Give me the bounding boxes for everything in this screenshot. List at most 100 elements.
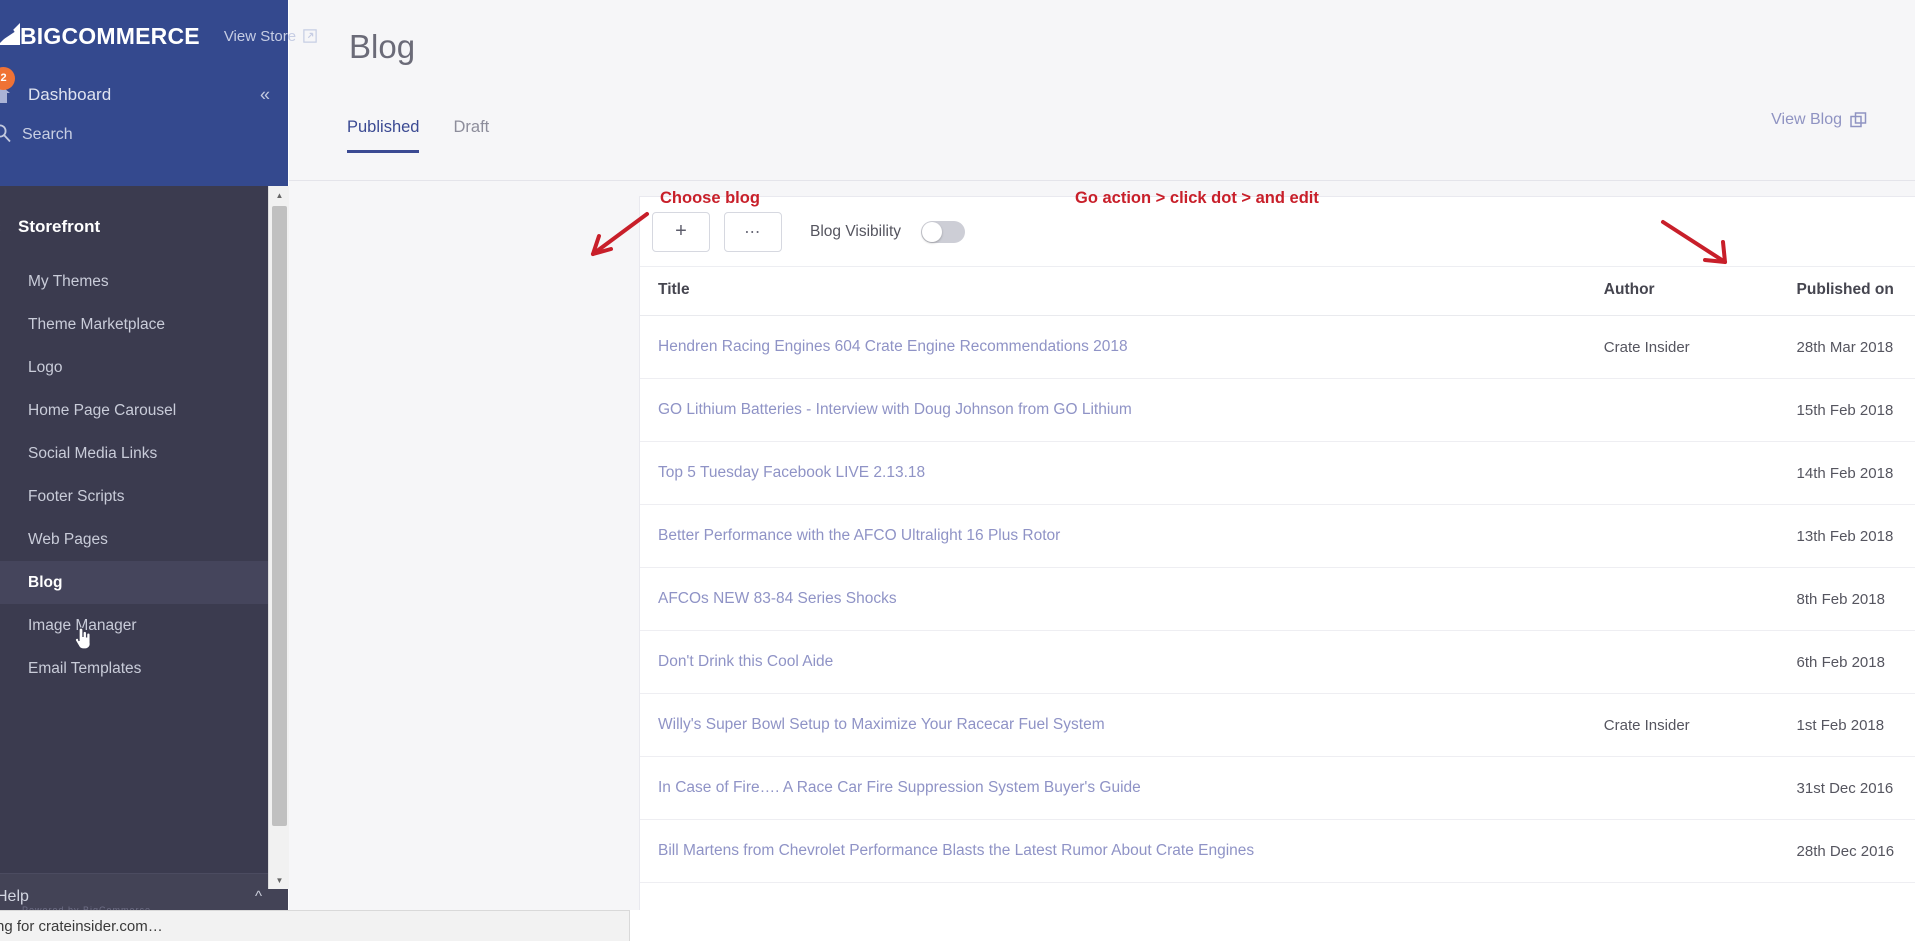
sidebar-item-blog[interactable]: Blog xyxy=(0,561,288,604)
sidebar-item-image-manager[interactable]: Image Manager xyxy=(0,604,288,647)
post-author-cell xyxy=(1603,630,1797,694)
blog-posts-card: + ⋯ Blog Visibility Title Author Publish… xyxy=(639,196,1915,941)
sidebar-scrollbar[interactable]: ▲ ▼ xyxy=(268,186,289,889)
sidebar-item-my-themes[interactable]: My Themes xyxy=(0,260,288,303)
post-title-link[interactable]: Hendren Racing Engines 604 Crate Engine … xyxy=(658,338,1128,355)
tabs-divider xyxy=(289,180,1915,181)
column-header-author[interactable]: Author xyxy=(1603,267,1797,316)
post-title-link[interactable]: Top 5 Tuesday Facebook LIVE 2.13.18 xyxy=(658,464,925,481)
sidebar-item-theme-marketplace[interactable]: Theme Marketplace xyxy=(0,303,288,346)
view-store-link[interactable]: View Store xyxy=(224,28,317,45)
sidebar-item-label: Home Page Carousel xyxy=(28,401,177,419)
annotation-choose-blog: Choose blog xyxy=(660,189,760,207)
view-blog-label: View Blog xyxy=(1771,111,1842,128)
table-row: Better Performance with the AFCO Ultrali… xyxy=(640,504,1915,568)
post-date-cell: 15th Feb 2018 xyxy=(1796,378,1915,442)
table-row: In Case of Fire…. A Race Car Fire Suppre… xyxy=(640,756,1915,820)
section-title: Storefront xyxy=(18,217,101,236)
post-date-cell: 31st Dec 2016 xyxy=(1796,756,1915,820)
table-header-row: Title Author Published on Action xyxy=(640,267,1915,316)
app-root: BIGCOMMERCE View Store 2 Dashboard « Sea… xyxy=(0,0,1915,941)
storefront-section-header[interactable]: ‹ Storefront xyxy=(0,212,288,242)
post-author-cell xyxy=(1603,441,1797,505)
column-header-published-on[interactable]: Published on xyxy=(1796,267,1915,316)
post-author-cell xyxy=(1603,756,1797,820)
post-title-cell: Willy's Super Bowl Setup to Maximize You… xyxy=(640,693,1604,757)
post-title-link[interactable]: Bill Martens from Chevrolet Performance … xyxy=(658,842,1254,859)
tab-published[interactable]: Published xyxy=(347,118,420,153)
tab-draft[interactable]: Draft xyxy=(453,118,489,153)
sidebar-item-label: Social Media Links xyxy=(28,444,158,462)
post-title-link[interactable]: Better Performance with the AFCO Ultrali… xyxy=(658,527,1060,544)
post-author-cell xyxy=(1603,504,1797,568)
sidebar-item-dashboard[interactable]: 2 Dashboard « xyxy=(0,66,288,112)
sidebar-search[interactable]: Search xyxy=(0,120,288,150)
blog-tabs: Published Draft xyxy=(347,118,489,153)
external-link-icon xyxy=(303,29,317,43)
post-title-link[interactable]: Willy's Super Bowl Setup to Maximize You… xyxy=(658,716,1105,733)
post-date-cell: 6th Feb 2018 xyxy=(1796,630,1915,694)
chevron-up-icon[interactable]: ^ xyxy=(255,888,262,905)
home-icon: 2 xyxy=(0,66,20,110)
sidebar-item-label: Image Manager xyxy=(28,616,137,634)
page-bottom-fill xyxy=(630,910,1915,941)
sidebar-item-footer-scripts[interactable]: Footer Scripts xyxy=(0,475,288,518)
post-author-cell: Crate Insider xyxy=(1603,315,1797,379)
post-title-cell: GO Lithium Batteries - Interview with Do… xyxy=(640,378,1604,442)
post-title-cell: Don't Drink this Cool Aide xyxy=(640,630,1604,694)
brand-name: BIGCOMMERCE xyxy=(20,22,200,49)
post-title-link[interactable]: In Case of Fire…. A Race Car Fire Suppre… xyxy=(658,779,1141,796)
primary-nav-header: BIGCOMMERCE View Store 2 Dashboard « Sea… xyxy=(0,0,317,186)
post-date-cell: 28th Mar 2018 xyxy=(1796,315,1915,379)
blog-visibility-toggle[interactable] xyxy=(921,220,966,243)
help-label: Help xyxy=(0,887,29,905)
storefront-nav-panel: ‹ Storefront My Themes Theme Marketplace… xyxy=(0,186,288,941)
view-store-label: View Store xyxy=(223,27,297,45)
post-title-cell: In Case of Fire…. A Race Car Fire Suppre… xyxy=(640,756,1604,820)
browser-status-bar: ng for crateinsider.com… xyxy=(0,910,630,941)
post-author-cell xyxy=(1603,819,1797,883)
sidebar-item-social-media-links[interactable]: Social Media Links xyxy=(0,432,288,475)
post-title-link[interactable]: AFCOs NEW 83-84 Series Shocks xyxy=(658,590,897,607)
blog-posts-table: Title Author Published on Action Hendren… xyxy=(640,267,1915,883)
post-date-cell: 14th Feb 2018 xyxy=(1796,441,1915,505)
table-row: AFCOs NEW 83-84 Series Shocks 8th Feb 20… xyxy=(640,567,1915,631)
sidebar-item-label: My Themes xyxy=(28,272,109,290)
post-title-link[interactable]: Don't Drink this Cool Aide xyxy=(658,653,833,670)
main-content: Blog View Blog Published Draft + ⋯ Blog xyxy=(289,0,1915,941)
toggle-knob xyxy=(922,221,943,242)
sidebar-item-email-templates[interactable]: Email Templates xyxy=(0,647,288,690)
post-title-cell: AFCOs NEW 83-84 Series Shocks xyxy=(640,567,1604,631)
view-blog-link[interactable]: View Blog xyxy=(1771,111,1867,129)
add-blog-post-button[interactable]: + xyxy=(652,211,710,252)
bigcommerce-logo-icon xyxy=(0,21,22,51)
table-row: Top 5 Tuesday Facebook LIVE 2.13.18 14th… xyxy=(640,441,1915,505)
post-date-cell: 28th Dec 2016 xyxy=(1796,819,1915,883)
triangle-up-icon[interactable]: ▲ xyxy=(269,186,290,204)
sidebar-item-label: Theme Marketplace xyxy=(28,315,165,333)
sidebar-item-label: Footer Scripts xyxy=(28,487,125,505)
search-label: Search xyxy=(22,126,73,143)
table-row: Bill Martens from Chevrolet Performance … xyxy=(640,819,1915,883)
column-header-title[interactable]: Title xyxy=(640,267,1604,316)
double-chevron-left-icon[interactable]: « xyxy=(260,85,270,106)
brand-row[interactable]: BIGCOMMERCE View Store xyxy=(0,16,317,56)
post-title-cell: Top 5 Tuesday Facebook LIVE 2.13.18 xyxy=(640,441,1604,505)
dashboard-label: Dashboard xyxy=(28,85,112,104)
post-title-cell: Hendren Racing Engines 604 Crate Engine … xyxy=(640,315,1604,379)
more-actions-button[interactable]: ⋯ xyxy=(724,211,782,252)
table-row: Hendren Racing Engines 604 Crate Engine … xyxy=(640,315,1915,379)
search-icon xyxy=(0,123,14,148)
scrollbar-thumb[interactable] xyxy=(272,206,287,826)
triangle-down-icon[interactable]: ▼ xyxy=(269,871,290,889)
post-title-link[interactable]: GO Lithium Batteries - Interview with Do… xyxy=(658,401,1132,418)
sidebar-item-label: Blog xyxy=(28,573,63,591)
table-row: Willy's Super Bowl Setup to Maximize You… xyxy=(640,693,1915,757)
chevron-left-icon[interactable]: ‹ xyxy=(0,219,18,235)
sidebar-item-home-page-carousel[interactable]: Home Page Carousel xyxy=(0,389,288,432)
storefront-nav-list: My Themes Theme Marketplace Logo Home Pa… xyxy=(0,260,288,690)
sidebar-item-web-pages[interactable]: Web Pages xyxy=(0,518,288,561)
notification-badge: 2 xyxy=(0,66,15,90)
sidebar-item-label: Email Templates xyxy=(28,659,142,677)
sidebar-item-logo[interactable]: Logo xyxy=(0,346,288,389)
